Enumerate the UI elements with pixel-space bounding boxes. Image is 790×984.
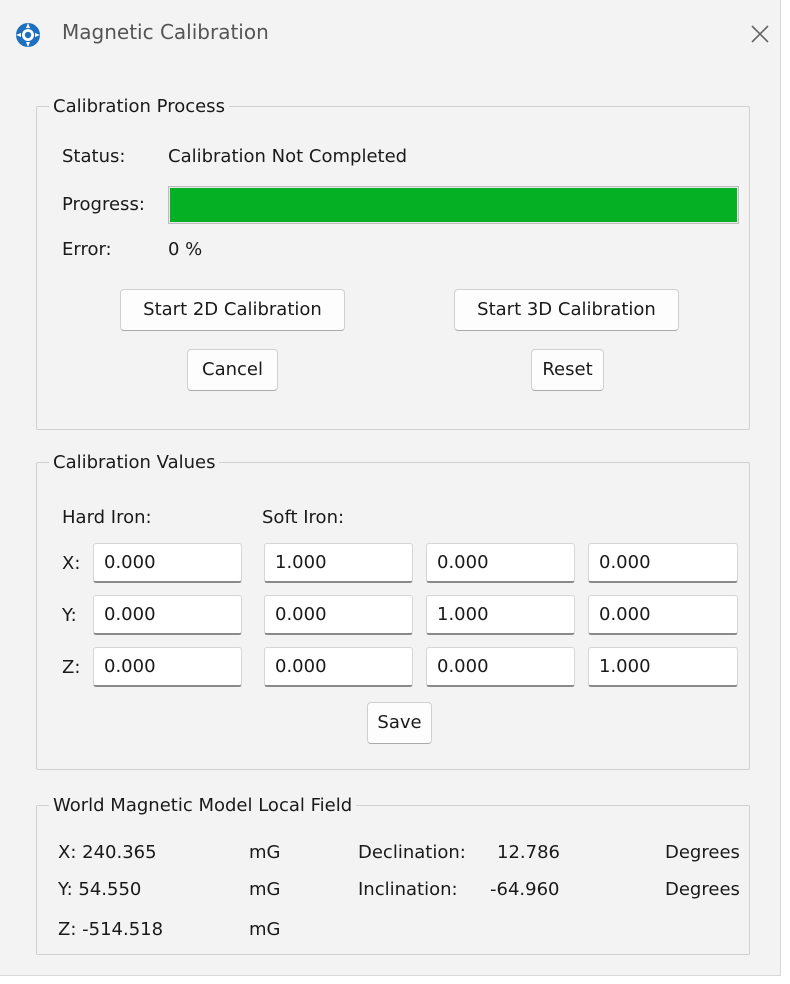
declination-value: 12.786 [497, 842, 560, 863]
hard-iron-label: Hard Iron: [62, 507, 152, 528]
hard-iron-x-input[interactable]: 0.000 [93, 543, 242, 583]
app-logo-icon [15, 22, 41, 48]
wmm-y-unit: mG [249, 879, 281, 900]
wmm-y-value: Y: 54.550 [58, 879, 142, 900]
reset-button[interactable]: Reset [531, 349, 604, 391]
calibration-window: Magnetic Calibration Calibration Process… [0, 0, 781, 976]
inclination-unit: Degrees [665, 879, 740, 900]
start-2d-calibration-button[interactable]: Start 2D Calibration [120, 289, 345, 331]
inclination-label: Inclination: [358, 879, 458, 900]
wmm-z-value: Z: -514.518 [58, 919, 164, 940]
progress-bar-fill [170, 188, 737, 222]
inclination-value: -64.960 [490, 879, 560, 900]
close-button[interactable] [740, 16, 780, 52]
axis-label-x: X: [62, 553, 81, 574]
axis-label-z: Z: [62, 657, 81, 678]
wmm-z-unit: mG [249, 919, 281, 940]
wmm-x-unit: mG [249, 842, 281, 863]
soft-iron-x3-input[interactable]: 0.000 [588, 543, 738, 583]
status-value: Calibration Not Completed [168, 146, 408, 167]
calibration-process-legend: Calibration Process [53, 96, 225, 117]
axis-label-y: Y: [62, 605, 77, 626]
soft-iron-y1-input[interactable]: 0.000 [264, 595, 413, 635]
world-magnetic-model-legend: World Magnetic Model Local Field [53, 795, 353, 816]
error-label: Error: [62, 239, 112, 260]
progress-bar [168, 186, 739, 224]
soft-iron-z1-input[interactable]: 0.000 [264, 647, 413, 687]
soft-iron-label: Soft Iron: [262, 507, 345, 528]
hard-iron-z-input[interactable]: 0.000 [93, 647, 242, 687]
cancel-button[interactable]: Cancel [187, 349, 278, 391]
save-button[interactable]: Save [367, 702, 432, 744]
progress-label: Progress: [62, 194, 145, 215]
soft-iron-x2-input[interactable]: 0.000 [426, 543, 575, 583]
window-title: Magnetic Calibration [62, 20, 269, 44]
error-value: 0 % [168, 239, 203, 260]
wmm-x-value: X: 240.365 [58, 842, 157, 863]
soft-iron-y2-input[interactable]: 1.000 [426, 595, 575, 635]
soft-iron-z3-input[interactable]: 1.000 [588, 647, 738, 687]
close-icon [751, 25, 769, 43]
status-label: Status: [62, 146, 126, 167]
start-3d-calibration-button[interactable]: Start 3D Calibration [454, 289, 679, 331]
soft-iron-z2-input[interactable]: 0.000 [426, 647, 575, 687]
hard-iron-y-input[interactable]: 0.000 [93, 595, 242, 635]
title-bar: Magnetic Calibration [0, 0, 780, 70]
soft-iron-x1-input[interactable]: 1.000 [264, 543, 413, 583]
declination-label: Declination: [358, 842, 466, 863]
declination-unit: Degrees [665, 842, 740, 863]
calibration-values-legend: Calibration Values [53, 452, 216, 473]
soft-iron-y3-input[interactable]: 0.000 [588, 595, 738, 635]
